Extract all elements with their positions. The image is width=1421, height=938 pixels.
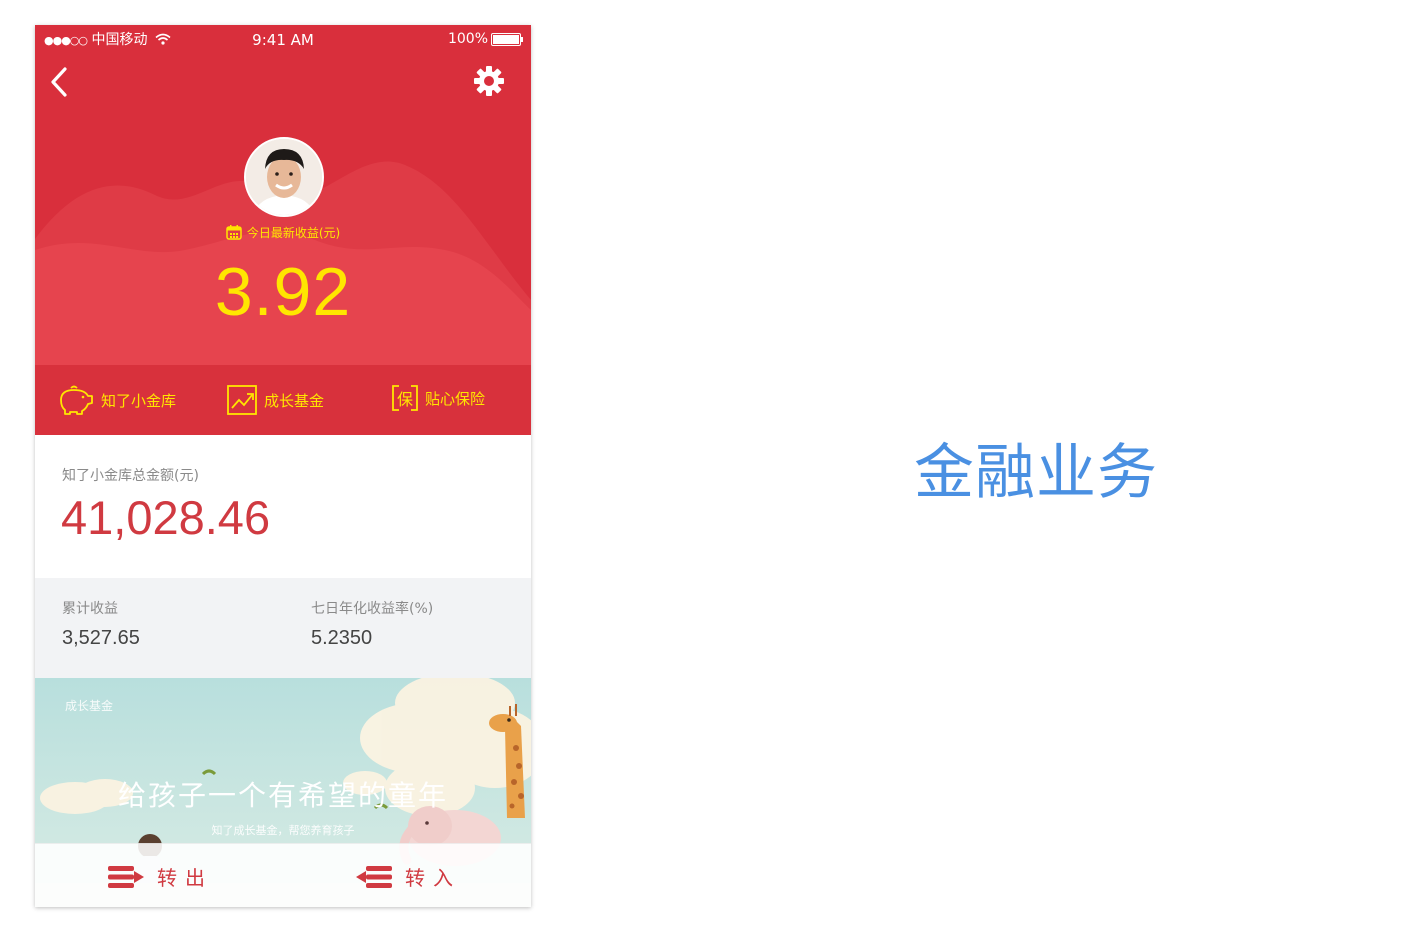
stat-value: 3,527.65 (62, 627, 140, 649)
chevron-left-icon (51, 67, 67, 97)
stats-panel: 累计收益 3,527.65 七日年化收益率(%) 5.2350 (35, 578, 531, 678)
calendar-icon (226, 225, 242, 240)
trend-chart-icon (227, 385, 257, 415)
shortcut-growth-fund[interactable]: 成长基金 (226, 384, 324, 416)
seven-day-yield: 七日年化收益率(%) 5.2350 (311, 598, 433, 650)
insurance-icon-char: 保 (396, 390, 413, 409)
battery-indicator: 100% (447, 31, 523, 47)
stat-label: 七日年化收益率(%) (311, 601, 434, 617)
shortcut-piggy-bank[interactable]: 知了小金库 (55, 384, 176, 416)
page-title: 金融业务 (914, 438, 1158, 508)
today-label-text: 今日最新收益(元) (246, 226, 341, 240)
battery-percent: 100% (447, 31, 488, 47)
banner-slogan: 给孩子一个有希望的童年 (117, 779, 448, 812)
transfer-out-icon (108, 865, 144, 888)
total-amount-panel: 知了小金库总金额(元) 41,028.46 (35, 435, 531, 578)
banner-tag: 成长基金 (65, 699, 114, 713)
earnings-header: ●●●○○ 中国移动 9:41 AM 100% 今日最新收益(元) 3.92 (35, 25, 531, 365)
piggy-bank-icon (60, 385, 93, 415)
status-bar: ●●●○○ 中国移动 9:41 AM 100% (35, 25, 531, 53)
phone-screen: ●●●○○ 中国移动 9:41 AM 100% 今日最新收益(元) 3.92 知… (35, 25, 531, 907)
battery-icon (491, 32, 523, 46)
transfer-in-button[interactable]: 转入 (355, 862, 461, 891)
user-portrait (246, 139, 322, 215)
back-button[interactable] (45, 65, 73, 99)
cumulative-earnings: 累计收益 3,527.65 (62, 598, 140, 650)
total-amount-label: 知了小金库总金额(元) (62, 468, 199, 484)
stat-value: 5.2350 (311, 627, 373, 649)
shortcut-label: 贴心保险 (425, 389, 486, 408)
shortcut-label: 成长基金 (264, 391, 325, 410)
shortcut-bar: 知了小金库 成长基金 保 贴心保险 (35, 365, 531, 435)
transfer-out-button[interactable]: 转出 (107, 862, 213, 891)
settings-button[interactable] (471, 63, 507, 99)
transfer-in-icon (356, 865, 392, 888)
today-earnings-label: 今日最新收益(元) (35, 224, 531, 241)
shortcut-label: 知了小金库 (101, 391, 177, 410)
transfer-in-label: 转入 (405, 866, 461, 890)
today-earnings-value: 3.92 (214, 254, 352, 330)
banner-subtitle: 知了成长基金，帮您养育孩子 (211, 824, 355, 837)
transfer-out-label: 转出 (157, 866, 213, 890)
total-amount-value: 41,028.46 (61, 491, 271, 544)
stat-label: 累计收益 (62, 601, 118, 617)
shortcut-insurance[interactable]: 保 贴心保险 (391, 384, 485, 412)
avatar[interactable] (244, 137, 324, 217)
insurance-icon: 保 (391, 384, 419, 412)
transfer-bar: 转出 转入 (35, 843, 531, 907)
